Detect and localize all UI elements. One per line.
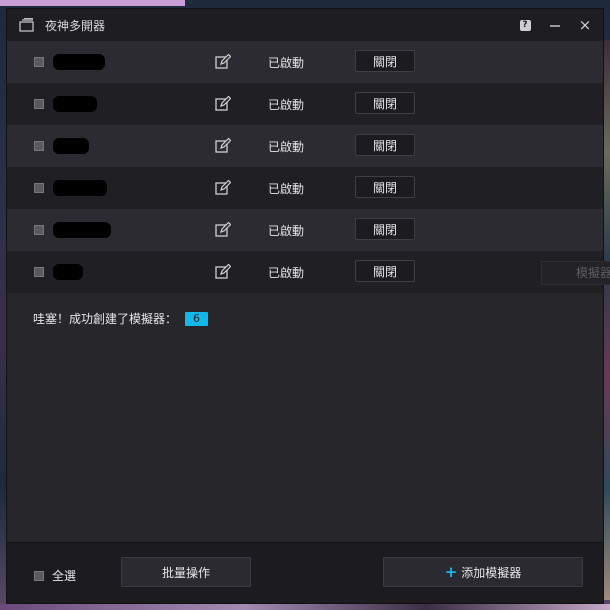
edit-icon[interactable] <box>215 137 232 154</box>
status-label: 已啟動 <box>268 224 305 238</box>
redacted-emulator-name <box>53 264 83 280</box>
row-checkbox[interactable] <box>34 57 44 67</box>
plus-icon: + <box>444 563 458 581</box>
help-button[interactable]: ? <box>517 17 533 33</box>
close-icon: × <box>578 16 592 34</box>
close-emulator-button[interactable]: 關閉 <box>355 218 415 240</box>
minimize-icon <box>550 25 560 27</box>
status-label: 已啟動 <box>268 98 305 112</box>
select-all-box[interactable] <box>34 570 44 581</box>
close-window-button[interactable]: × <box>577 16 593 34</box>
emulator-row: 已啟動 關閉 <box>7 41 603 83</box>
row-checkbox[interactable] <box>34 183 44 193</box>
edit-icon[interactable] <box>215 263 232 280</box>
edit-icon[interactable] <box>215 179 232 196</box>
title-bar[interactable]: 夜神多開器 ? × <box>7 9 603 41</box>
close-emulator-button[interactable]: 關閉 <box>355 260 415 282</box>
edit-icon[interactable] <box>215 53 232 70</box>
row-checkbox[interactable] <box>34 141 44 151</box>
redacted-emulator-name <box>53 96 97 112</box>
select-all-checkbox[interactable]: 全選 <box>34 567 76 584</box>
emulator-row: 已啟動 關閉 <box>7 83 603 125</box>
row-checkbox[interactable] <box>34 267 44 277</box>
emulator-row: 已啟動 關閉 <box>7 167 603 209</box>
emulator-row: 已啟動 關閉 <box>7 125 603 167</box>
add-emulator-button[interactable]: + 添加模擬器 <box>383 557 583 587</box>
status-label: 已啟動 <box>268 182 305 196</box>
minimize-button[interactable] <box>547 17 563 33</box>
footer-bar: 全選 批量操作 + 添加模擬器 <box>7 542 603 603</box>
redacted-emulator-name <box>53 54 105 70</box>
row-checkbox[interactable] <box>34 225 44 235</box>
status-label: 已啟動 <box>268 56 305 70</box>
background-wallpaper-top <box>0 0 185 6</box>
status-label: 已啟動 <box>268 140 305 154</box>
close-emulator-button[interactable]: 關閉 <box>355 92 415 114</box>
success-message: 哇塞！成功創建了模擬器： 6 <box>33 310 209 327</box>
redacted-emulator-name <box>53 180 107 196</box>
close-emulator-button[interactable]: 關閉 <box>355 176 415 198</box>
background-wallpaper-right <box>604 40 610 600</box>
row-checkbox[interactable] <box>34 99 44 109</box>
success-message-text: 哇塞！成功創建了模擬器： <box>33 312 178 326</box>
emulator-row: 已啟動 關閉 <box>7 251 603 293</box>
edit-icon[interactable] <box>215 95 232 112</box>
help-icon: ? <box>519 19 531 31</box>
close-emulator-button[interactable]: 關閉 <box>355 134 415 156</box>
background-window-tab: 模擬器 <box>541 261 610 285</box>
close-emulator-button[interactable]: 關閉 <box>355 50 415 72</box>
multi-window-icon <box>19 18 35 32</box>
select-all-label: 全選 <box>52 569 77 583</box>
emulator-count-badge: 6 <box>185 311 209 326</box>
background-wallpaper-bottom <box>0 604 610 610</box>
add-emulator-label: 添加模擬器 <box>461 565 522 580</box>
redacted-emulator-name <box>53 138 89 154</box>
redacted-emulator-name <box>53 222 111 238</box>
emulator-list: 已啟動 關閉 已啟動 關閉 已啟動 關閉 已啟動 關閉 已啟動 關閉 已啟動 關… <box>7 41 603 293</box>
window-title: 夜神多開器 <box>45 18 106 33</box>
multi-instance-manager-window: 夜神多開器 ? × 已啟動 關閉 已啟動 關閉 已啟動 關閉 已啟動 關閉 已啟… <box>6 8 610 604</box>
status-label: 已啟動 <box>268 266 305 280</box>
batch-operation-button[interactable]: 批量操作 <box>121 557 251 587</box>
emulator-row: 已啟動 關閉 <box>7 209 603 251</box>
edit-icon[interactable] <box>215 221 232 238</box>
